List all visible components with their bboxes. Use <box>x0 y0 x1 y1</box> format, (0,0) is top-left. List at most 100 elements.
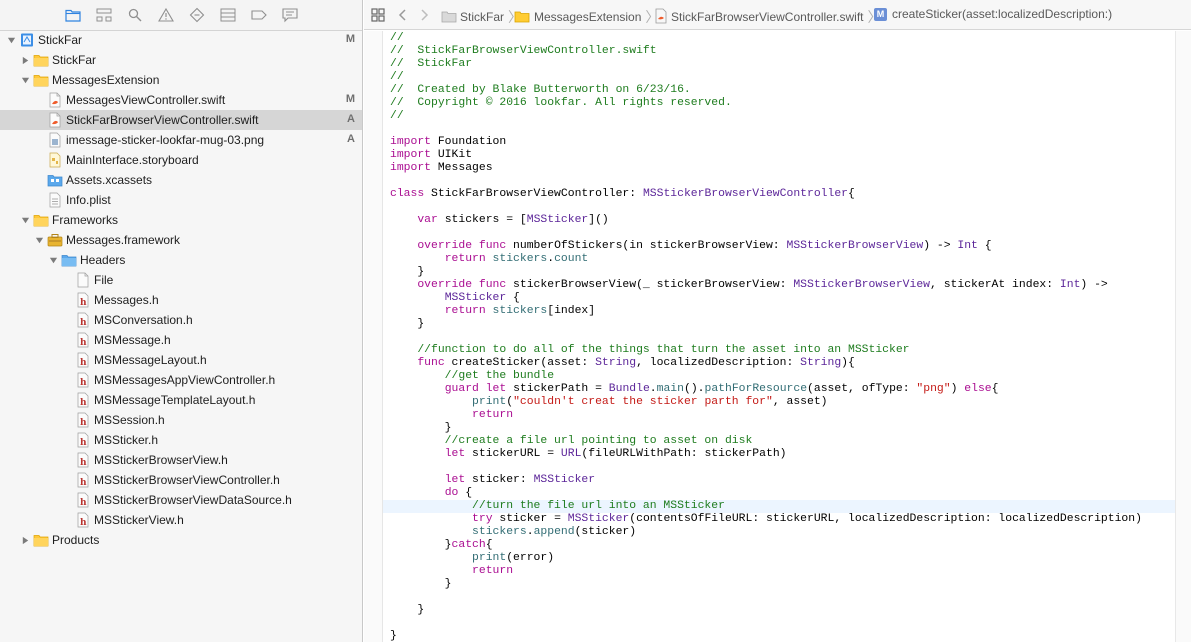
tree-row[interactable]: Frameworks <box>0 210 362 230</box>
code-line[interactable]: // Copyright © 2016 lookfar. All rights … <box>383 97 1175 110</box>
tree-row[interactable]: h MSMessagesAppViewController.h <box>0 370 362 390</box>
code-line[interactable]: // StickFarBrowserViewController.swift <box>383 45 1175 58</box>
debug-grid-icon[interactable] <box>218 5 238 25</box>
code-line[interactable] <box>383 461 1175 474</box>
swift-file-icon <box>47 112 63 128</box>
code-line[interactable]: //function to do all of the things that … <box>383 344 1175 357</box>
tree-row[interactable]: File <box>0 270 362 290</box>
code-line[interactable]: //create a file url pointing to asset on… <box>383 435 1175 448</box>
tree-row[interactable]: StickFar M <box>0 30 362 50</box>
code-line[interactable]: //get the bundle <box>383 370 1175 383</box>
code-line[interactable]: override func numberOfStickers(in sticke… <box>383 240 1175 253</box>
tree-row[interactable]: MessagesViewController.swift M <box>0 90 362 110</box>
code-line[interactable]: let stickerURL = URL(fileURLWithPath: st… <box>383 448 1175 461</box>
code-line[interactable]: return <box>383 565 1175 578</box>
tree-row[interactable]: h MSSticker.h <box>0 430 362 450</box>
code-token: stickers <box>492 253 548 265</box>
back-arrow-icon[interactable] <box>395 7 411 23</box>
code-line[interactable]: //turn the file url into an MSSticker <box>383 500 1175 513</box>
related-items-icon[interactable] <box>370 7 386 23</box>
code-line[interactable]: override func stickerBrowserView(_ stick… <box>383 279 1175 292</box>
code-line[interactable]: func createSticker(asset: String, locali… <box>383 357 1175 370</box>
disclosure-open-icon[interactable] <box>20 215 30 225</box>
code-line[interactable]: try sticker = MSSticker(contentsOfFileUR… <box>383 513 1175 526</box>
code-line[interactable]: return stickers[index] <box>383 305 1175 318</box>
report-icon[interactable] <box>280 5 300 25</box>
tree-row[interactable]: Messages.framework <box>0 230 362 250</box>
breakpoint-icon[interactable] <box>249 5 269 25</box>
hierarchy-icon[interactable] <box>94 5 114 25</box>
code-line[interactable] <box>383 591 1175 604</box>
code-line[interactable]: // <box>383 110 1175 123</box>
code-line[interactable]: MSSticker { <box>383 292 1175 305</box>
code-line[interactable]: print("couldn't creat the sticker parth … <box>383 396 1175 409</box>
disclosure-open-icon[interactable] <box>6 35 16 45</box>
tree-row[interactable]: h MSStickerView.h <box>0 510 362 530</box>
code-line[interactable]: // <box>383 32 1175 45</box>
disclosure-open-icon[interactable] <box>34 235 44 245</box>
crumb-group[interactable]: MessagesExtension 〉 <box>514 7 659 27</box>
code-line[interactable]: do { <box>383 487 1175 500</box>
code-line[interactable]: } <box>383 422 1175 435</box>
forward-arrow-icon[interactable] <box>416 7 432 23</box>
crumb-project[interactable]: StickFar 〉 <box>441 7 522 27</box>
code-line[interactable]: guard let stickerPath = Bundle.main().pa… <box>383 383 1175 396</box>
code-line[interactable]: // Created by Blake Butterworth on 6/23/… <box>383 84 1175 97</box>
code-line[interactable]: } <box>383 266 1175 279</box>
crumb-file[interactable]: StickFarBrowserViewController.swift 〉 <box>653 7 882 27</box>
code-line[interactable] <box>383 201 1175 214</box>
disclosure-open-icon[interactable] <box>48 255 58 265</box>
code-line[interactable]: import Foundation <box>383 136 1175 149</box>
disclosure-open-icon[interactable] <box>20 75 30 85</box>
code-line[interactable]: print(error) <box>383 552 1175 565</box>
tree-row[interactable]: h MSMessageTemplateLayout.h <box>0 390 362 410</box>
code-line[interactable]: // <box>383 71 1175 84</box>
tree-row[interactable]: MessagesExtension <box>0 70 362 90</box>
code-line[interactable]: // StickFar <box>383 58 1175 71</box>
code-token: } <box>390 318 425 330</box>
code-line[interactable]: } <box>383 604 1175 617</box>
test-diamond-icon[interactable] <box>187 5 207 25</box>
code-line[interactable] <box>383 123 1175 136</box>
code-line[interactable]: import UIKit <box>383 149 1175 162</box>
disclosure-closed-icon[interactable] <box>20 535 30 545</box>
tree-row[interactable]: StickFar <box>0 50 362 70</box>
code-line[interactable]: stickers.append(sticker) <box>383 526 1175 539</box>
code-line[interactable]: } <box>383 578 1175 591</box>
code-line[interactable]: import Messages <box>383 162 1175 175</box>
tree-row[interactable]: h MSStickerBrowserView.h <box>0 450 362 470</box>
tree-row[interactable]: h MSMessageLayout.h <box>0 350 362 370</box>
disclosure-closed-icon[interactable] <box>20 55 30 65</box>
code-line[interactable]: return <box>383 409 1175 422</box>
tree-row[interactable]: h MSConversation.h <box>0 310 362 330</box>
code-line[interactable] <box>383 331 1175 344</box>
project-navigator-folder-icon[interactable] <box>63 5 83 25</box>
code-line[interactable]: }catch{ <box>383 539 1175 552</box>
tree-row[interactable]: MainInterface.storyboard <box>0 150 362 170</box>
code-text-view[interactable]: //// StickFarBrowserViewController.swift… <box>383 31 1175 642</box>
tree-row[interactable]: imessage-sticker-lookfar-mug-03.png A <box>0 130 362 150</box>
code-line[interactable] <box>383 175 1175 188</box>
tree-row[interactable]: h MSMessage.h <box>0 330 362 350</box>
code-line[interactable]: let sticker: MSSticker <box>383 474 1175 487</box>
tree-row[interactable]: StickFarBrowserViewController.swift A <box>0 110 362 130</box>
code-line[interactable]: class StickFarBrowserViewController: MSS… <box>383 188 1175 201</box>
tree-row[interactable]: h Messages.h <box>0 290 362 310</box>
search-icon[interactable] <box>125 5 145 25</box>
code-line[interactable]: return stickers.count <box>383 253 1175 266</box>
vertical-scrollbar[interactable] <box>1175 31 1191 642</box>
code-line[interactable] <box>383 617 1175 630</box>
tree-row[interactable]: Assets.xcassets <box>0 170 362 190</box>
tree-row[interactable]: Products <box>0 530 362 550</box>
tree-row[interactable]: h MSStickerBrowserViewDataSource.h <box>0 490 362 510</box>
tree-row[interactable]: Info.plist <box>0 190 362 210</box>
code-line[interactable] <box>383 227 1175 240</box>
tree-row[interactable]: Headers <box>0 250 362 270</box>
crumb-method[interactable]: M createSticker(asset:localizedDescripti… <box>874 7 1112 21</box>
tree-row[interactable]: h MSSession.h <box>0 410 362 430</box>
tree-row[interactable]: h MSStickerBrowserViewController.h <box>0 470 362 490</box>
warning-icon[interactable] <box>156 5 176 25</box>
code-line[interactable]: var stickers = [MSSticker]() <box>383 214 1175 227</box>
code-line[interactable]: } <box>383 630 1175 642</box>
code-line[interactable]: } <box>383 318 1175 331</box>
